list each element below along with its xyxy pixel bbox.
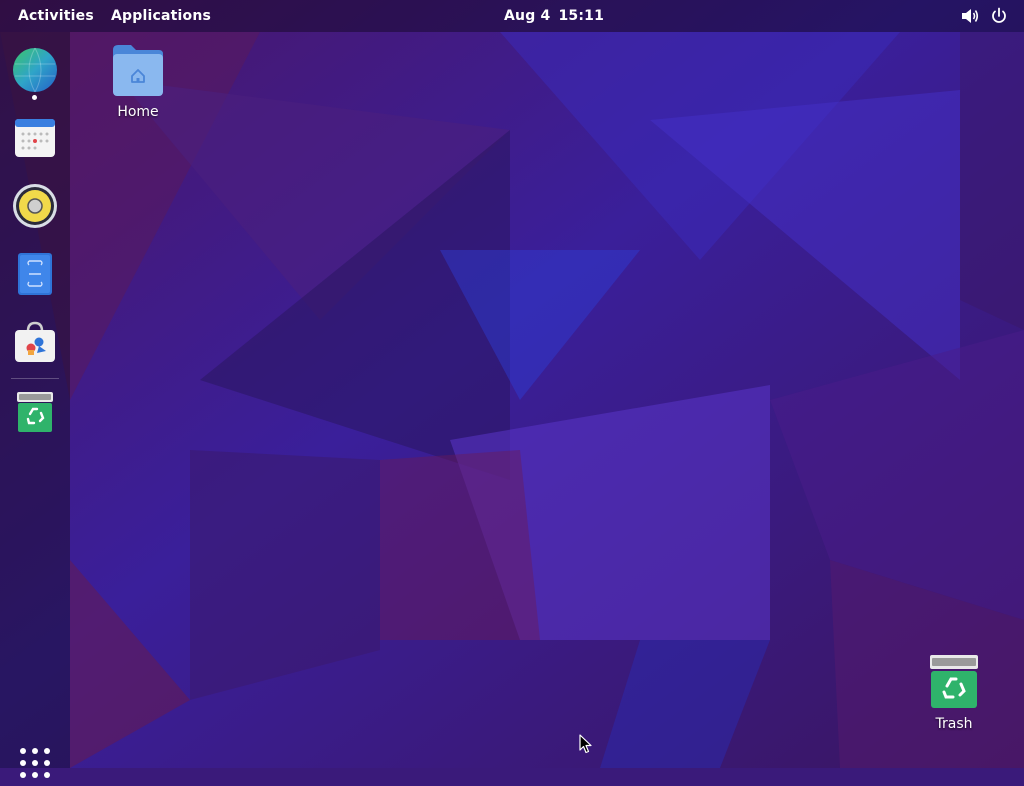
desktop-icon-home[interactable]: Home: [93, 42, 183, 120]
recycle-bin-icon: [930, 655, 978, 708]
top-bar: Activities Applications Aug 4 15:11: [0, 0, 1024, 32]
clock-button[interactable]: Aug 4 15:11: [504, 0, 604, 32]
speaker-icon: [13, 184, 57, 228]
shopping-bag-icon: [15, 321, 55, 362]
dash-item-rhythmbox[interactable]: [11, 182, 59, 230]
volume-icon[interactable]: [961, 6, 979, 26]
document-icon: [18, 253, 52, 295]
power-icon[interactable]: [990, 6, 1008, 26]
recycle-bin-icon: [17, 392, 53, 432]
dash-separator: [11, 378, 59, 379]
calendar-icon: [15, 119, 55, 157]
mouse-cursor-icon: [579, 734, 592, 754]
clock-time: 15:11: [558, 8, 605, 24]
dash-item-web-browser[interactable]: [11, 46, 59, 94]
clock-date: Aug 4: [504, 8, 551, 24]
globe-icon: [13, 47, 57, 93]
dash-item-software[interactable]: [11, 318, 59, 366]
desktop-icon-label: Home: [117, 104, 159, 120]
home-folder-icon: [113, 45, 163, 96]
running-indicator: [32, 95, 37, 100]
dash-item-calendar[interactable]: [11, 114, 59, 162]
activities-button[interactable]: Activities: [18, 0, 94, 32]
app-grid-icon: [20, 748, 50, 778]
desktop-icon-label: Trash: [935, 716, 973, 732]
dash-item-document-viewer[interactable]: [11, 250, 59, 298]
applications-menu[interactable]: Applications: [111, 0, 211, 32]
dash-item-trash[interactable]: [11, 388, 59, 436]
show-applications-button[interactable]: [16, 744, 54, 782]
dash-panel: [0, 32, 70, 778]
desktop-icon-trash[interactable]: Trash: [909, 654, 999, 732]
